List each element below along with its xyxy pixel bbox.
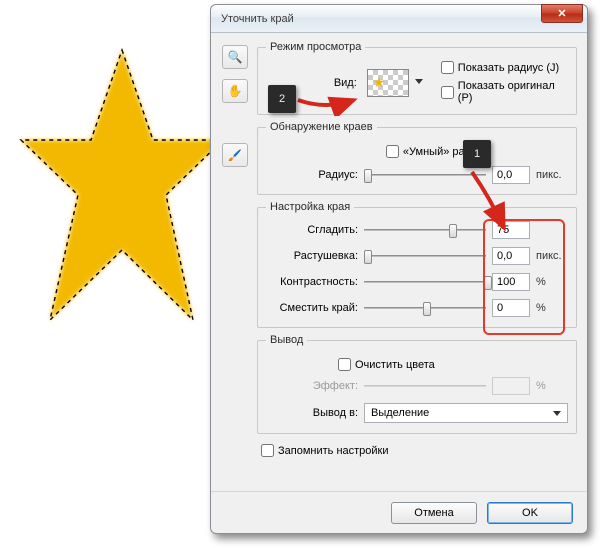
feather-slider[interactable] <box>364 247 486 265</box>
show-original-checkbox[interactable]: Показать оригинал (P) <box>441 80 568 104</box>
output-to-value: Выделение <box>371 407 429 419</box>
canvas-star-selection <box>8 30 236 350</box>
smooth-input[interactable] <box>492 221 530 239</box>
refine-brush-tool-button[interactable] <box>222 143 248 167</box>
show-radius-label: Показать радиус (J) <box>458 62 559 74</box>
adjust-edge-group: Настройка края Сгладить: Растушевка: п <box>257 201 577 328</box>
output-legend: Вывод <box>266 334 307 346</box>
radius-slider[interactable] <box>364 166 486 184</box>
refine-edge-dialog: Уточнить край ✕ Режим просмотра Вид: <box>210 4 588 534</box>
show-original-label: Показать оригинал (P) <box>458 80 568 104</box>
output-to-label: Вывод в: <box>266 407 358 419</box>
remember-settings-label: Запомнить настройки <box>278 445 389 457</box>
decontaminate-input[interactable] <box>338 358 351 371</box>
feather-input[interactable] <box>492 247 530 265</box>
amount-slider <box>364 377 486 395</box>
view-mode-group: Режим просмотра Вид: Показать радиус (J) <box>257 41 577 115</box>
cancel-button[interactable]: Отмена <box>391 502 477 524</box>
shift-slider[interactable] <box>364 299 486 317</box>
brush-icon <box>228 149 242 162</box>
contrast-label: Контрастность: <box>266 276 358 288</box>
smooth-slider[interactable] <box>364 221 486 239</box>
dialog-title: Уточнить край <box>221 13 541 25</box>
close-button[interactable]: ✕ <box>541 4 583 23</box>
contrast-input[interactable] <box>492 273 530 291</box>
decontaminate-checkbox[interactable]: Очистить цвета <box>338 358 435 371</box>
chevron-down-icon <box>553 411 561 416</box>
remember-settings-input[interactable] <box>261 444 274 457</box>
show-original-input[interactable] <box>441 86 454 99</box>
view-mode-legend: Режим просмотра <box>266 41 365 53</box>
amount-input <box>492 377 530 395</box>
output-to-select[interactable]: Выделение <box>364 403 568 423</box>
edge-detection-legend: Обнаружение краев <box>266 121 377 133</box>
hand-icon <box>228 84 243 98</box>
tool-column <box>221 41 249 491</box>
view-mode-swatch[interactable] <box>367 69 409 97</box>
chevron-down-icon[interactable] <box>415 79 423 84</box>
decontaminate-label: Очистить цвета <box>355 359 435 371</box>
amount-label: Эффект: <box>266 380 358 392</box>
callout-1: 1 <box>463 140 491 168</box>
show-radius-input[interactable] <box>441 61 454 74</box>
smooth-label: Сгладить: <box>266 224 358 236</box>
dialog-titlebar[interactable]: Уточнить край ✕ <box>211 5 587 33</box>
contrast-unit: % <box>536 276 568 288</box>
output-group: Вывод Очистить цвета Эффект: % В <box>257 334 577 434</box>
callout-2: 2 <box>268 85 296 113</box>
close-icon: ✕ <box>557 7 566 20</box>
edge-detection-group: Обнаружение краев «Умный» радиус Радиус:… <box>257 121 577 195</box>
dialog-footer: Отмена OK <box>211 491 587 533</box>
hand-tool-button[interactable] <box>222 79 248 103</box>
feather-label: Растушевка: <box>266 250 358 262</box>
feather-unit: пикс. <box>536 250 568 262</box>
adjust-edge-legend: Настройка края <box>266 201 354 213</box>
radius-label: Радиус: <box>266 169 358 181</box>
shift-input[interactable] <box>492 299 530 317</box>
ok-button[interactable]: OK <box>487 502 573 524</box>
radius-unit: пикс. <box>536 169 568 181</box>
shift-label: Сместить край: <box>266 302 358 314</box>
amount-unit: % <box>536 380 568 392</box>
contrast-slider[interactable] <box>364 273 486 291</box>
radius-input[interactable] <box>492 166 530 184</box>
remember-settings-checkbox[interactable]: Запомнить настройки <box>261 444 389 457</box>
zoom-icon <box>228 50 243 64</box>
shift-unit: % <box>536 302 568 314</box>
zoom-tool-button[interactable] <box>222 45 248 69</box>
show-radius-checkbox[interactable]: Показать радиус (J) <box>441 61 568 74</box>
smart-radius-input[interactable] <box>386 145 399 158</box>
